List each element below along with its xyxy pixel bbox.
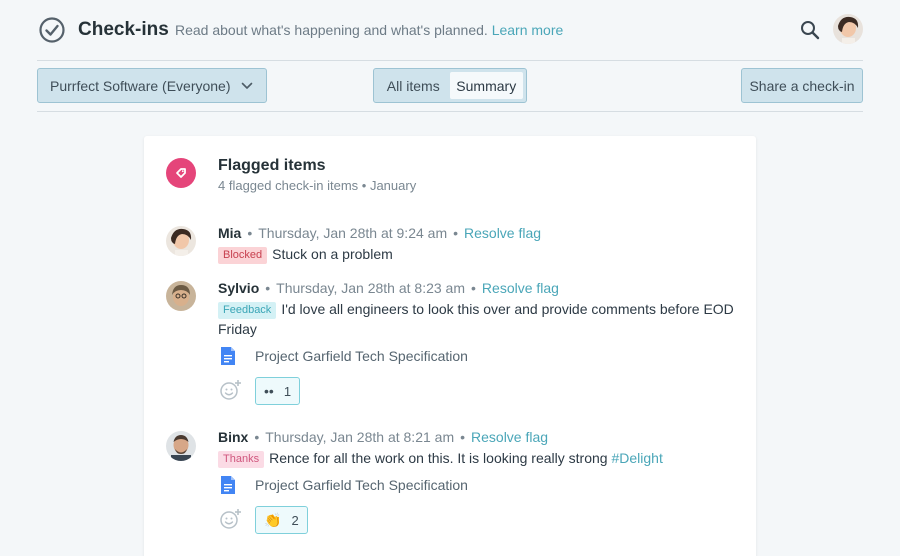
header-divider [37, 60, 863, 61]
attachment[interactable]: Project Garfield Tech Specification [218, 473, 468, 497]
flagged-items-card: Flagged items 4 flagged check-in items •… [144, 136, 756, 556]
entry-text: Stuck on a problem [272, 246, 393, 262]
search-icon[interactable] [799, 19, 821, 41]
document-icon [218, 344, 238, 368]
project-select[interactable]: Purrfect Software (Everyone) [37, 68, 267, 103]
avatar [166, 226, 196, 256]
reaction-button[interactable]: •• 1 [255, 377, 301, 405]
hashtag-link[interactable]: #Delight [611, 450, 662, 466]
author-name[interactable]: Binx [218, 429, 248, 445]
user-avatar[interactable] [833, 14, 863, 44]
attachment[interactable]: Project Garfield Tech Specification [218, 344, 468, 368]
clap-emoji-icon: 👏 [264, 511, 282, 528]
entry-body: Thanks Rence for all the work on this. It… [218, 448, 738, 468]
card-subtitle: 4 flagged check-in items • January [218, 178, 417, 193]
entry-text: I'd love all engineers to look this over… [218, 301, 734, 337]
attachment-title: Project Garfield Tech Specification [255, 477, 468, 493]
entry-time: Thursday, Jan 28th at 8:21 am [265, 429, 455, 445]
page-subtitle: Read about what's happening and what's p… [175, 22, 563, 38]
entry-meta: Binx • Thursday, Jan 28th at 8:21 am • Resol… [218, 429, 549, 445]
status-badge: Blocked [218, 247, 268, 264]
entry-time: Thursday, Jan 28th at 8:23 am [276, 280, 466, 296]
app-header: Check-ins Read about what's happening an… [0, 0, 900, 60]
card-title: Flagged items [218, 157, 326, 174]
document-icon [218, 473, 238, 497]
entry-body: Blocked Stuck on a problem [218, 244, 738, 264]
author-name[interactable]: Sylvio [218, 280, 259, 296]
resolve-flag-link[interactable]: Resolve flag [482, 280, 559, 296]
author-name[interactable]: Mia [218, 225, 241, 241]
status-badge: Thanks [218, 451, 265, 468]
tab-summary[interactable]: Summary [449, 72, 523, 99]
attachment-title: Project Garfield Tech Specification [255, 348, 468, 364]
add-reaction-icon[interactable] [218, 506, 244, 532]
learn-more-link[interactable]: Learn more [492, 22, 564, 38]
flag-tag-icon [176, 168, 186, 178]
check-circle-icon [39, 17, 65, 43]
view-toggle: All items Summary [373, 68, 527, 103]
avatar [166, 431, 196, 461]
flag-badge [166, 158, 196, 188]
toolbar-divider [37, 111, 863, 112]
entry-body: Feedback I'd love all engineers to look t… [218, 299, 738, 339]
chevron-down-icon [241, 82, 253, 89]
subtitle-text: Read about what's happening and what's p… [175, 22, 488, 38]
entry-time: Thursday, Jan 28th at 9:24 am [258, 225, 448, 241]
reaction-button[interactable]: 👏 2 [255, 506, 308, 534]
resolve-flag-link[interactable]: Resolve flag [471, 429, 548, 445]
reaction-count: 1 [283, 383, 292, 399]
entry-text: Rence for all the work on this. It is lo… [269, 450, 608, 466]
reaction-count: 2 [291, 512, 299, 528]
page-title: Check-ins [78, 19, 169, 40]
share-checkin-button[interactable]: Share a check-in [741, 68, 863, 103]
project-select-label: Purrfect Software (Everyone) [50, 77, 231, 94]
tab-all-items[interactable]: All items [377, 72, 450, 99]
add-reaction-icon[interactable] [218, 377, 244, 403]
entry-meta: Sylvio • Thursday, Jan 28th at 8:23 am • Res… [218, 280, 559, 296]
avatar [166, 281, 196, 311]
resolve-flag-link[interactable]: Resolve flag [464, 225, 541, 241]
eyes-emoji-icon: •• [264, 383, 274, 399]
entry-meta: Mia • Thursday, Jan 28th at 9:24 am • Resolv… [218, 225, 542, 241]
status-badge: Feedback [218, 302, 277, 319]
